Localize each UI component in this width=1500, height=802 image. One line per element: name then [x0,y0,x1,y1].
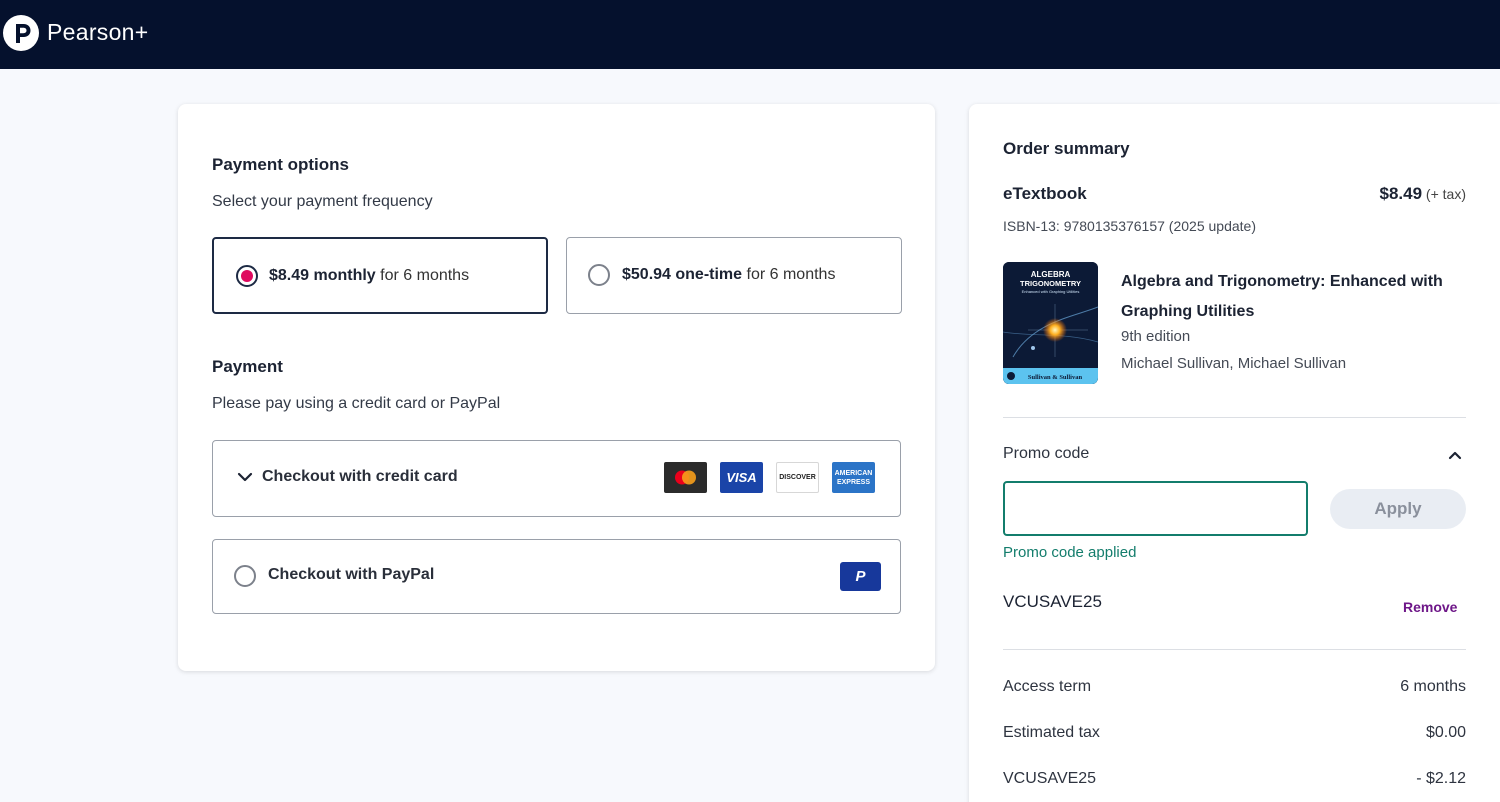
amex-icon: AMERICAN EXPRESS [832,462,875,493]
tax-note: (+ tax) [1422,186,1466,202]
cover-title-1: ALGEBRA [1031,270,1071,279]
apply-button[interactable]: Apply [1330,489,1466,529]
cover-authors: Sullivan & Sullivan [1028,374,1083,381]
price-value: $8.49 [1379,184,1423,203]
promo-code-input[interactable] [1003,481,1308,536]
estimated-tax-value: $0.00 [1425,724,1466,741]
promo-applied-message: Promo code applied [1003,544,1137,561]
chevron-down-icon [237,472,253,482]
book-authors: Michael Sullivan, Michael Sullivan [1121,355,1347,372]
payment-options-subtitle: Select your payment frequency [212,193,433,210]
discount-label: VCUSAVE25 [1003,770,1097,787]
payment-subtitle: Please pay using a credit card or PayPal [212,395,501,412]
estimated-tax-label: Estimated tax [1003,724,1100,741]
product-price: $8.49 (+ tax) [1379,184,1466,204]
payment-card: Payment options Select your payment freq… [178,104,935,671]
credit-card-checkout[interactable]: Checkout with credit card VISA DISCOVER … [212,440,901,517]
chevron-up-icon[interactable] [1447,447,1463,463]
one-time-option[interactable]: $50.94 one-time for 6 months [566,237,902,314]
payment-title: Payment [212,357,283,376]
paypal-icon: P [840,562,881,591]
brand-name[interactable]: Pearson+ [47,19,149,46]
cover-title-2: TRIGONOMETRY [1020,279,1081,288]
access-term-value: 6 months [1400,678,1466,695]
top-header: Pearson+ [0,0,1500,69]
payment-options-title: Payment options [212,155,349,174]
divider [1003,417,1466,418]
remove-promo-link[interactable]: Remove [1403,599,1457,615]
pearson-logo-icon[interactable] [3,15,39,51]
one-time-price: $50.94 one-time [622,266,743,283]
one-time-term: for 6 months [742,266,836,283]
paypal-label: Checkout with PayPal [268,566,435,583]
monthly-option-label: $8.49 monthly for 6 months [269,267,469,285]
monthly-term: for 6 months [375,267,470,284]
book-cover: ALGEBRA TRIGONOMETRY Enhanced with Graph… [1003,262,1098,384]
divider [1003,649,1466,650]
applied-promo-code: VCUSAVE25 [1003,592,1102,611]
cover-subtitle: Enhanced with Graphing Utilities [1022,289,1080,294]
discount-value: - $2.12 [1416,770,1466,787]
credit-card-label: Checkout with credit card [262,468,458,485]
book-title: Algebra and Trigonometry: Enhanced with … [1121,273,1443,320]
paypal-checkout[interactable]: Checkout with PayPal P [212,539,901,614]
paypal-radio[interactable] [234,565,256,587]
one-time-radio[interactable] [588,264,610,286]
monthly-radio[interactable] [236,265,258,287]
access-term-label: Access term [1003,678,1092,695]
isbn: ISBN-13: 9780135376157 (2025 update) [1003,218,1256,234]
order-summary-card: Order summary eTextbook $8.49 (+ tax) IS… [969,104,1500,802]
book-edition: 9th edition [1121,328,1191,345]
visa-icon: VISA [720,462,763,493]
order-summary-title: Order summary [1003,139,1130,158]
monthly-option[interactable]: $8.49 monthly for 6 months [212,237,548,314]
promo-code-label: Promo code [1003,445,1090,462]
discover-icon: DISCOVER [776,462,819,493]
product-type: eTextbook [1003,184,1087,203]
one-time-option-label: $50.94 one-time for 6 months [622,266,835,284]
mastercard-icon [664,462,707,493]
monthly-price: $8.49 monthly [269,267,376,284]
